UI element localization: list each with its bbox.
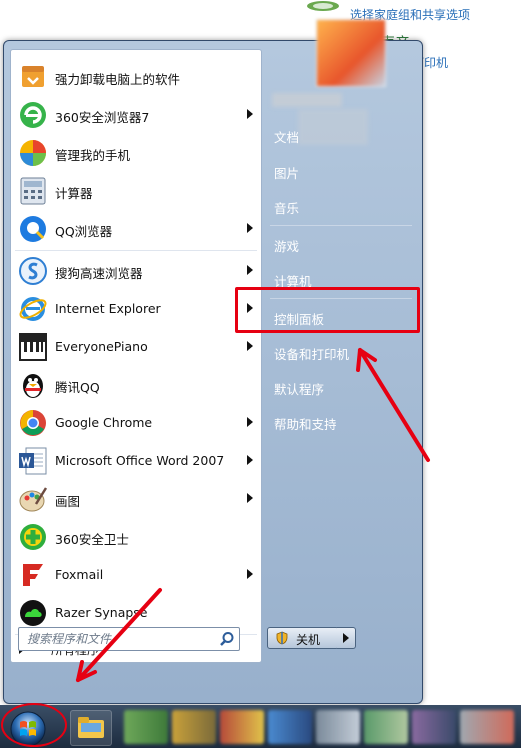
annotation-arrows	[76, 348, 430, 682]
